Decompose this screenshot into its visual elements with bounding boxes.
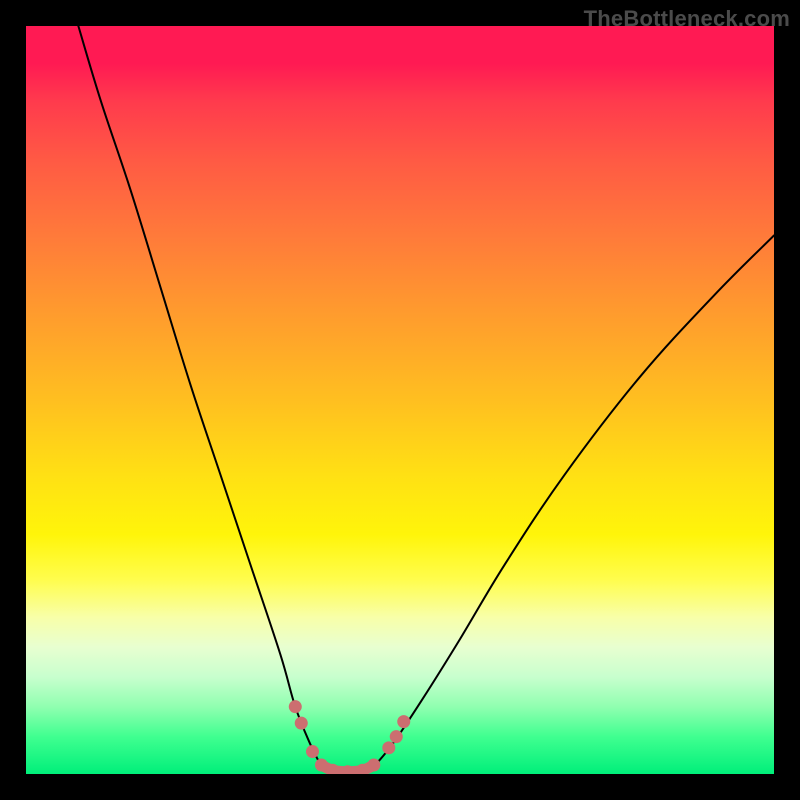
watermark-text: TheBottleneck.com [584, 6, 790, 32]
accent-dot [295, 717, 308, 730]
accent-dot [367, 759, 380, 772]
accent-dot [289, 700, 302, 713]
curve-left-branch [78, 26, 321, 767]
accent-dot [397, 715, 410, 728]
plot-area [26, 26, 774, 774]
curve-right-branch [374, 235, 774, 766]
accent-dot [306, 745, 319, 758]
accent-dot [382, 741, 395, 754]
chart-frame: TheBottleneck.com [0, 0, 800, 800]
chart-svg [26, 26, 774, 774]
accent-dot [315, 759, 328, 772]
accent-dot [390, 730, 403, 743]
